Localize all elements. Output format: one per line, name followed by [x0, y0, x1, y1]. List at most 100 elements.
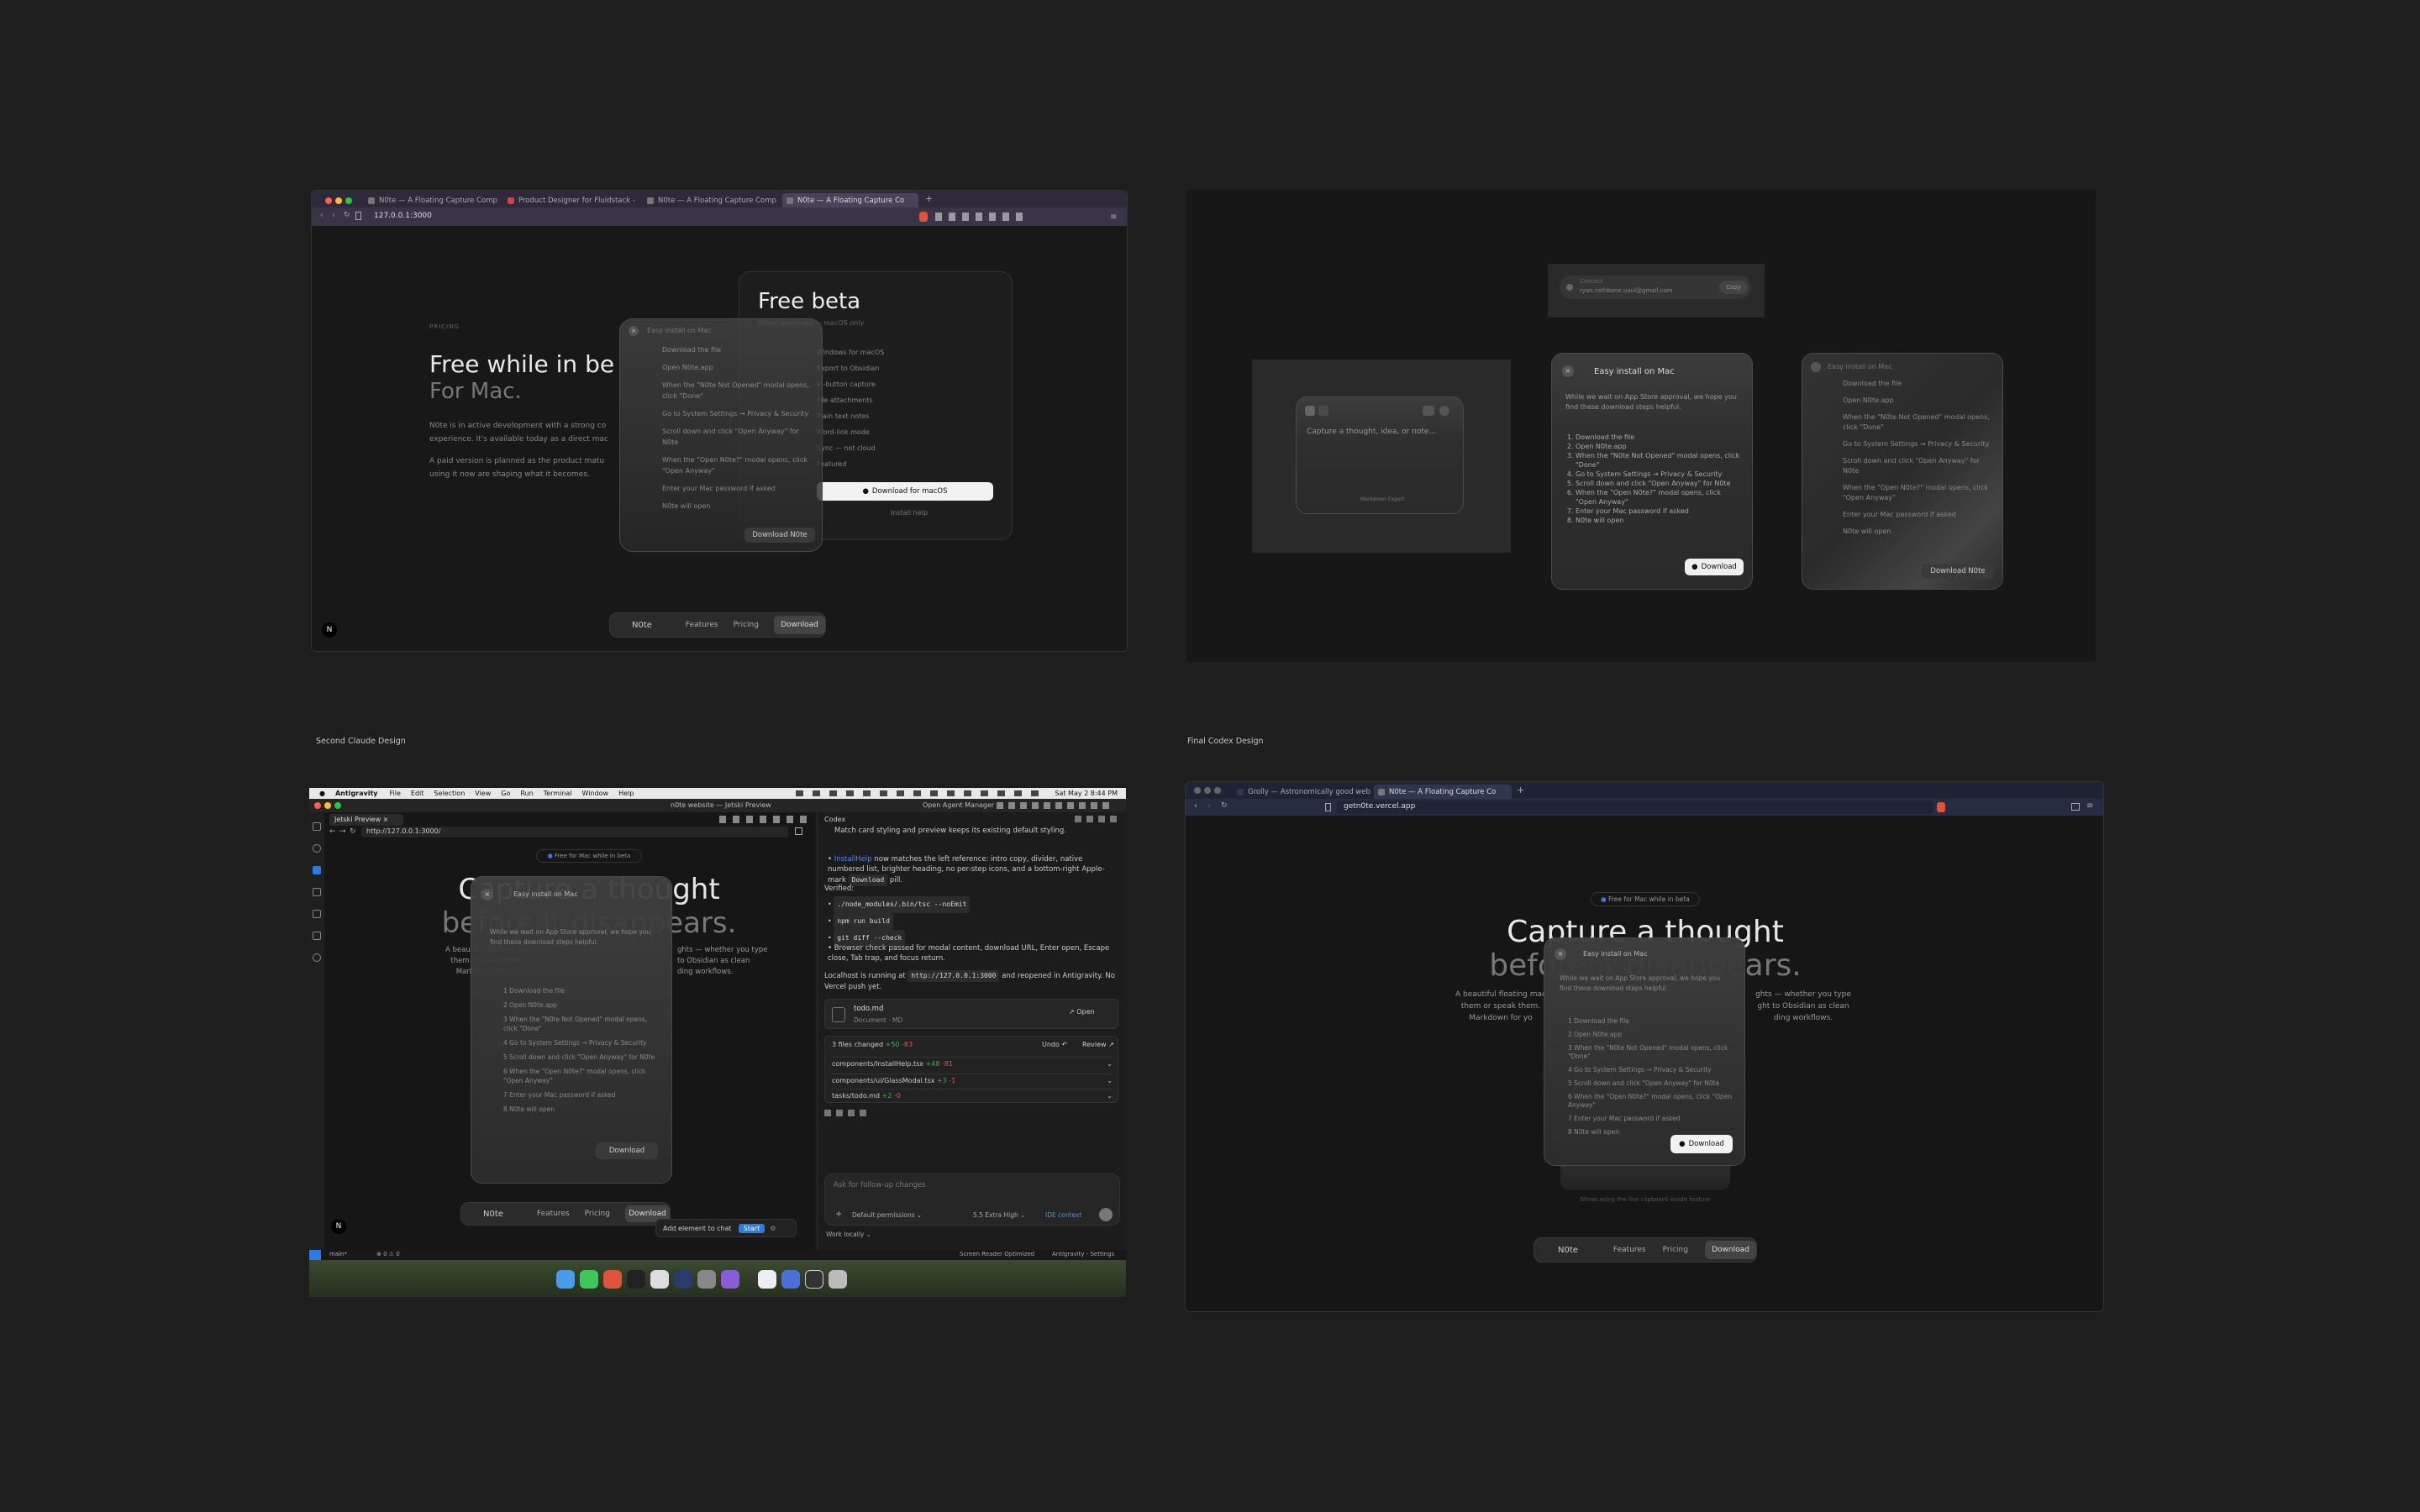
menubar-item[interactable]: Go — [501, 790, 510, 797]
close-window-dot[interactable] — [1194, 787, 1201, 794]
menubar-item[interactable]: Help — [618, 790, 634, 797]
minimize-window-dot[interactable] — [324, 802, 331, 809]
nav-pricing-link[interactable]: Pricing — [734, 621, 759, 629]
open-external-icon[interactable] — [795, 827, 802, 835]
agent-manager-link[interactable]: Open Agent Manager — [923, 801, 994, 809]
menubar-item[interactable]: File — [390, 790, 401, 797]
antigravity-icon[interactable] — [674, 1270, 692, 1289]
search-icon[interactable] — [313, 844, 321, 853]
nav-pricing-link[interactable]: Pricing — [585, 1210, 610, 1218]
modal-download-button[interactable]: ● Download — [1670, 1135, 1733, 1153]
back-icon[interactable]: ‹ — [1194, 801, 1197, 811]
figma-icon[interactable] — [627, 1270, 645, 1289]
close-icon[interactable]: × — [1555, 948, 1566, 960]
bookmark-icon[interactable] — [1325, 803, 1331, 811]
menubar-app-name[interactable]: Antigravity — [335, 790, 378, 797]
browser-tab-active[interactable]: N0te — A Floating Capture Co — [782, 193, 918, 207]
undo-button[interactable]: Undo ↶ — [1042, 1041, 1067, 1048]
browser-tab[interactable]: N0te — A Floating Capture Comp — [643, 193, 779, 207]
start-button[interactable]: Start — [738, 1223, 765, 1233]
preview-url-bar[interactable]: http://127.0.0.1:3000/ — [361, 827, 788, 837]
model-dropdown[interactable]: 5.5 Extra High ⌄ — [973, 1211, 1025, 1219]
install-help-link[interactable]: Install help — [891, 509, 928, 517]
download-macos-button[interactable]: ● Download for macOS — [817, 482, 993, 501]
new-tab-icon[interactable]: + — [1517, 785, 1524, 795]
browser-tab-active[interactable]: N0te — A Floating Capture Co — [1374, 785, 1512, 799]
forward-icon[interactable]: › — [1207, 801, 1211, 811]
menubar-item[interactable]: Window — [582, 790, 609, 797]
close-icon[interactable] — [1811, 362, 1821, 372]
close-icon[interactable]: × — [629, 326, 639, 336]
layout-icons[interactable] — [997, 802, 1114, 809]
review-button[interactable]: Review ↗ — [1082, 1041, 1114, 1048]
chat-header-icons[interactable] — [1075, 816, 1117, 822]
settings-icon[interactable] — [697, 1270, 716, 1289]
zoom-window-dot[interactable] — [1214, 787, 1221, 794]
apple-menu-icon[interactable]: ● — [319, 790, 325, 797]
brave-shield-icon[interactable] — [1937, 802, 1945, 812]
bookmark-icon[interactable] — [355, 212, 361, 220]
extensions-icon[interactable] — [313, 910, 321, 918]
nav-features-link[interactable]: Features — [1613, 1246, 1646, 1254]
chat-input-box[interactable]: Ask for follow-up changes + Default perm… — [824, 1173, 1120, 1226]
modal-download-button[interactable]: Download — [596, 1142, 658, 1159]
menubar-item[interactable]: Terminal — [544, 790, 572, 797]
accounts-icon[interactable] — [313, 953, 321, 962]
run-debug-icon[interactable] — [313, 888, 321, 896]
preview-tab[interactable]: Jetski Preview × — [329, 814, 403, 826]
permissions-dropdown[interactable]: Default permissions ⌄ — [852, 1211, 922, 1219]
brave-icon[interactable] — [603, 1270, 622, 1289]
trash-icon[interactable] — [829, 1270, 847, 1289]
zoom-window-dot[interactable] — [334, 802, 341, 809]
nav-logo[interactable]: N0te — [483, 1210, 503, 1219]
chevron-down-icon[interactable]: ⌄ — [1107, 1060, 1113, 1068]
address-bar[interactable]: getn0te.vercel.app — [1337, 801, 1933, 814]
overlay-download-button[interactable]: Download N0te — [744, 528, 815, 543]
ide-context-toggle[interactable]: IDE context — [1045, 1211, 1081, 1219]
copy-button[interactable]: Copy — [1719, 281, 1748, 294]
chat-link[interactable]: InstallHelp — [834, 855, 872, 864]
menubar-item[interactable]: Run — [520, 790, 533, 797]
app-icon[interactable] — [781, 1270, 800, 1289]
nav-features-link[interactable]: Features — [537, 1210, 570, 1218]
chevron-down-icon[interactable]: ⌄ — [1107, 1092, 1113, 1100]
close-window-dot[interactable] — [314, 802, 321, 809]
attach-icon[interactable]: + — [835, 1210, 842, 1219]
documents-icon[interactable] — [758, 1270, 776, 1289]
nav-logo[interactable]: N0te — [632, 621, 652, 630]
extensions-icon[interactable] — [935, 213, 1028, 221]
menubar-item[interactable]: View — [475, 790, 491, 797]
nav-features-link[interactable]: Features — [686, 621, 718, 629]
close-icon[interactable]: × — [481, 889, 493, 900]
modal-download-button[interactable]: ● Download — [1685, 559, 1744, 575]
settings-status[interactable]: Antigravity - Settings — [1052, 1251, 1114, 1257]
close-icon[interactable] — [1305, 406, 1315, 416]
remote-indicator[interactable] — [309, 1250, 321, 1260]
app-icon[interactable] — [650, 1270, 669, 1289]
address-bar[interactable]: 127.0.0.1:3000 — [367, 210, 905, 223]
nav-logo[interactable]: N0te — [1558, 1246, 1578, 1255]
pin-icon[interactable] — [1318, 406, 1328, 416]
reload-icon[interactable]: ↻ — [350, 827, 356, 836]
add-icon[interactable] — [1439, 406, 1449, 416]
browser-tab[interactable]: N0te — A Floating Capture Comp — [364, 193, 500, 207]
capture-placeholder[interactable]: Capture a thought, idea, or note... — [1307, 428, 1436, 436]
close-icon[interactable]: × — [1562, 365, 1574, 377]
browser-tab[interactable]: Product Designer for Fluidstack - — [503, 193, 639, 207]
browser-tab[interactable]: Grolly — Astronomically good web... — [1233, 785, 1370, 799]
explorer-icon[interactable] — [313, 822, 321, 831]
minimize-window-dot[interactable] — [335, 197, 342, 204]
changed-file-row[interactable]: tasks/todo.md +2 -0 ⌄ — [832, 1089, 1113, 1100]
messages-icon[interactable] — [580, 1270, 598, 1289]
side-download-button[interactable]: Download N0te — [1922, 564, 1994, 579]
settings-icon[interactable]: ⚙ — [770, 1225, 776, 1232]
brave-shield-icon[interactable] — [919, 212, 928, 222]
remote-icon[interactable] — [313, 932, 321, 940]
chevron-down-icon[interactable]: ⌄ — [1107, 1077, 1113, 1084]
file-card[interactable]: todo.md Document · MD ↗ Open — [824, 999, 1118, 1029]
reload-icon[interactable]: ↻ — [1221, 801, 1228, 810]
close-tab-icon[interactable]: × — [383, 816, 389, 823]
emoji-icon[interactable] — [1423, 406, 1434, 416]
menubar-item[interactable]: Edit — [411, 790, 424, 797]
nav-pricing-link[interactable]: Pricing — [1663, 1246, 1688, 1254]
